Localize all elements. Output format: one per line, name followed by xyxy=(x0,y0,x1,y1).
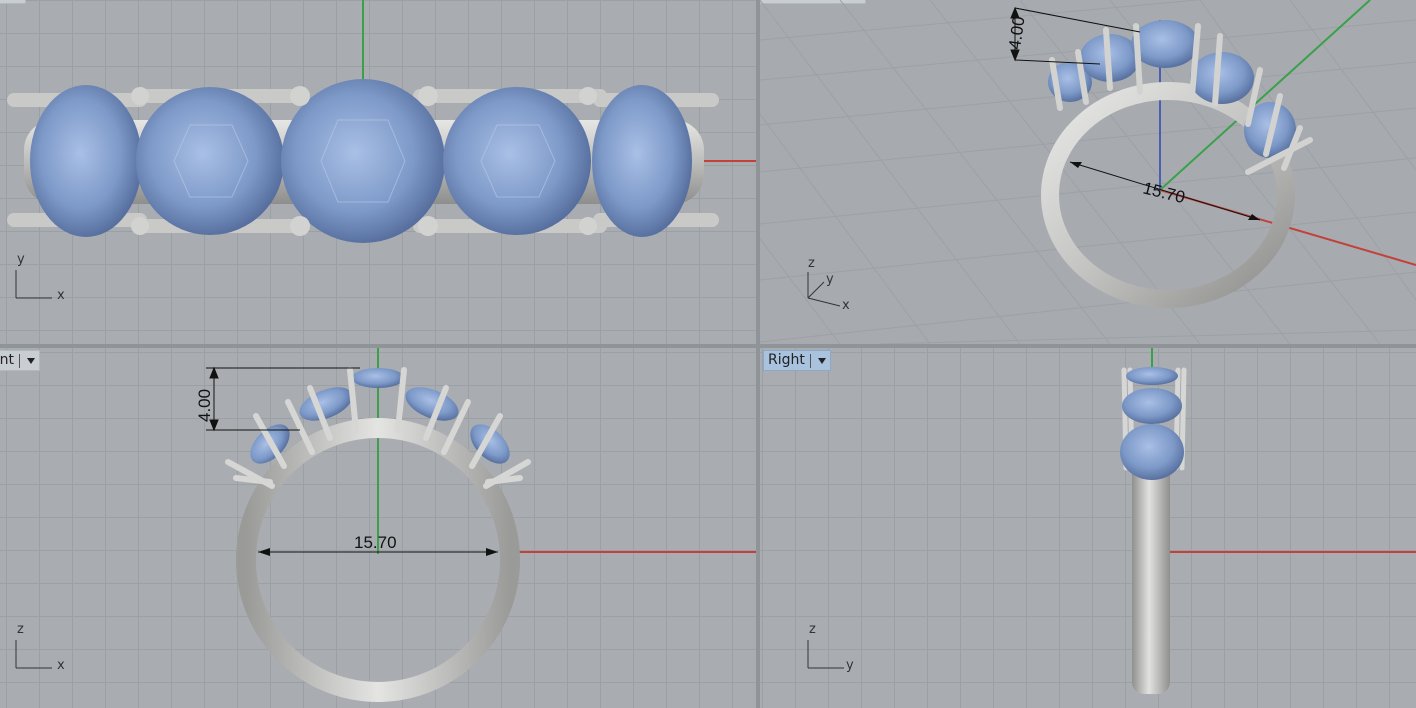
axis-triad-icon xyxy=(807,272,841,307)
axis-triad-icon xyxy=(807,640,844,669)
axis-triad-icon xyxy=(15,640,52,669)
ring-band xyxy=(1132,458,1170,694)
diameter-dimension-text: 15.70 xyxy=(1141,178,1187,207)
viewport-right[interactable]: Right z y xyxy=(760,348,1416,708)
viewport-front-label[interactable]: ont xyxy=(0,350,40,371)
height-dimension-text: 4.00 xyxy=(1005,15,1028,50)
gemstone[interactable] xyxy=(1122,388,1182,424)
axis-triad-icon xyxy=(15,270,52,299)
gemstone[interactable] xyxy=(1120,424,1184,480)
gemstone[interactable] xyxy=(443,87,591,235)
perspective-view-canvas[interactable]: 15.70 4.00 xyxy=(760,0,1416,344)
viewport-perspective[interactable]: 15.70 4.00 z y x xyxy=(760,0,1416,344)
rhino-workspace: y x 15.70 4.00 z y x 15.70 4.00 nt z x R… xyxy=(0,0,1416,708)
viewport-top[interactable]: y x xyxy=(0,0,756,344)
gemstone[interactable] xyxy=(352,368,404,388)
front-view-canvas[interactable]: 15.70 4.00 xyxy=(0,348,756,708)
axis-label-y: y xyxy=(846,658,854,673)
axis-label-z: z xyxy=(809,622,816,637)
axis-label-y: y xyxy=(826,272,834,287)
viewport-right-name: Right xyxy=(768,352,805,368)
axis-label-x: x xyxy=(57,288,65,303)
gemstone[interactable] xyxy=(592,85,692,237)
viewport-front-name: ont xyxy=(0,352,14,368)
axis-label-y: y xyxy=(17,252,25,267)
viewport-right-label[interactable]: Right xyxy=(763,350,831,371)
height-dimension-text: 4.00 xyxy=(195,389,214,422)
gemstone[interactable] xyxy=(1190,52,1254,104)
axis-label-z: z xyxy=(17,622,24,637)
gemstone[interactable] xyxy=(1126,367,1178,385)
axis-label-x: x xyxy=(57,658,65,673)
axis-label-z: z xyxy=(808,256,815,271)
dropdown-arrow-icon[interactable] xyxy=(817,357,826,364)
top-view-canvas[interactable] xyxy=(0,0,756,344)
viewport-front[interactable]: 15.70 4.00 ont z x xyxy=(0,348,756,708)
right-view-canvas[interactable] xyxy=(760,348,1416,708)
gemstone[interactable] xyxy=(1131,20,1199,68)
gemstone[interactable] xyxy=(136,87,284,235)
gemstone[interactable] xyxy=(30,85,142,237)
axis-label-x: x xyxy=(842,298,850,313)
dropdown-arrow-icon[interactable] xyxy=(26,357,35,364)
diameter-dimension-text: 15.70 xyxy=(354,533,397,552)
